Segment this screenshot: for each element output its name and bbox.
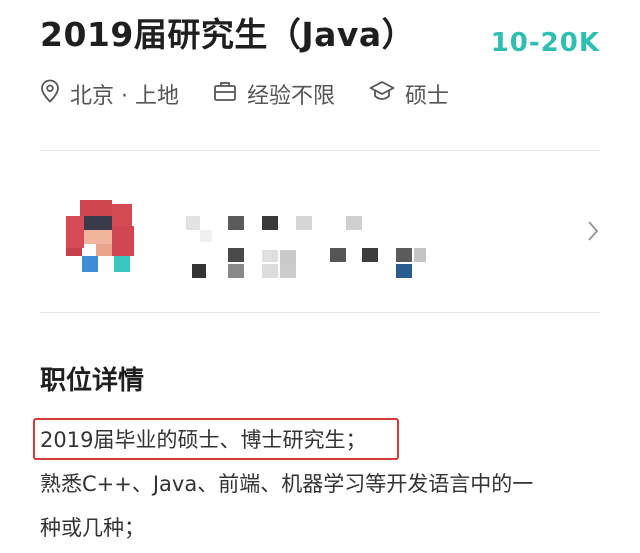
graduation-cap-icon bbox=[369, 80, 405, 108]
salary-range: 10-20K bbox=[490, 28, 600, 58]
section-title-job-details: 职位详情 bbox=[40, 366, 145, 396]
recruiter-card[interactable] bbox=[40, 176, 600, 286]
meta-location: 北京 · 上地 bbox=[40, 78, 179, 110]
divider bbox=[40, 150, 600, 151]
chevron-right-icon[interactable] bbox=[586, 220, 600, 246]
location-pin-icon bbox=[40, 79, 70, 109]
education-text: 硕士 bbox=[405, 84, 450, 109]
meta-experience: 经验不限 bbox=[213, 78, 335, 110]
avatar bbox=[52, 194, 148, 274]
job-title: 2019届研究生（Java） bbox=[40, 15, 416, 54]
briefcase-icon bbox=[213, 80, 247, 108]
location-text: 北京 · 上地 bbox=[70, 84, 179, 109]
description-line: 种或几种； bbox=[40, 516, 145, 540]
meta-education: 硕士 bbox=[369, 78, 449, 110]
experience-text: 经验不限 bbox=[246, 84, 335, 109]
job-meta-row: 北京 · 上地 经验不限 硕士 bbox=[40, 78, 483, 110]
recruiter-name-blurred bbox=[186, 210, 446, 280]
divider bbox=[40, 312, 600, 313]
description-line: 熟悉C++、Java、前端、机器学习等开发语言中的一 bbox=[40, 472, 534, 496]
highlight-box bbox=[33, 418, 399, 460]
